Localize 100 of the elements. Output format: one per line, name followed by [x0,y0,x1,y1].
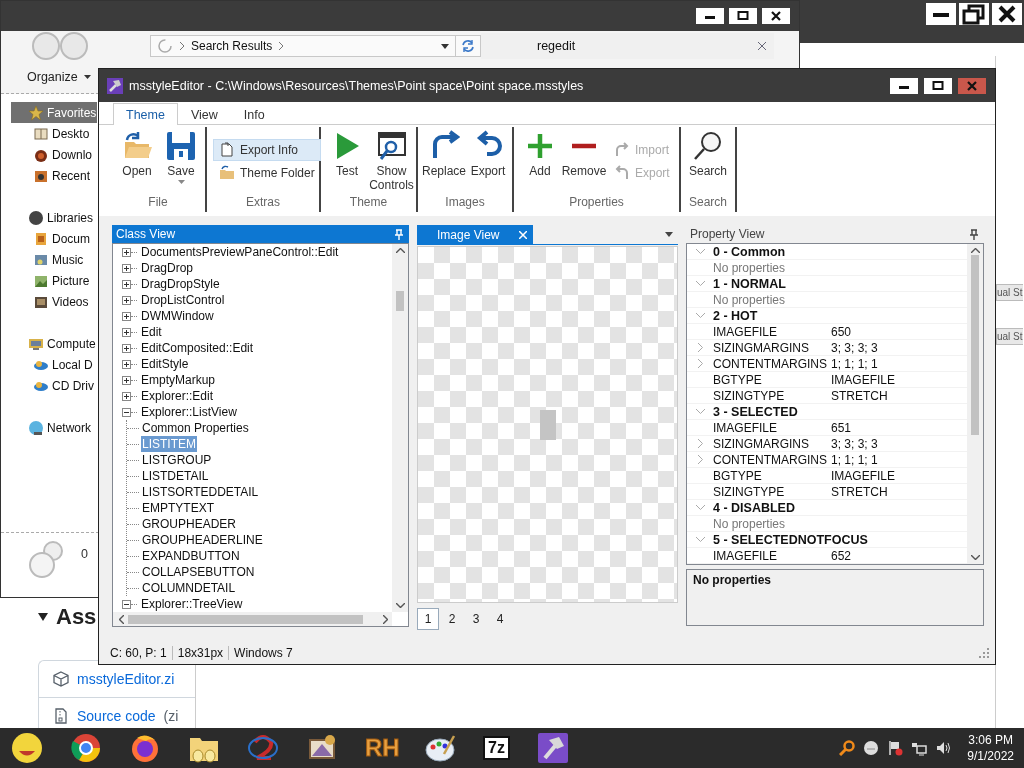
horizontal-scrollbar[interactable] [113,612,392,626]
scroll-down-icon[interactable] [395,603,405,608]
page-tab[interactable]: 2 [441,608,463,630]
ring-icon[interactable] [70,732,102,764]
tree-item[interactable]: COLLAPSEBUTTON [141,564,256,580]
ribbon-tab[interactable]: Theme [113,103,178,125]
tree-item[interactable]: COLUMNDETAIL [141,580,237,596]
nav-item[interactable]: Recent [11,165,97,186]
scroll-down-icon[interactable] [970,555,980,560]
nav-item[interactable]: Picture [11,270,97,291]
ribbon-button[interactable]: Theme Folder [213,162,321,184]
flag-icon[interactable] [887,740,904,756]
network-icon[interactable] [911,740,928,756]
tree-item[interactable]: EMPTYTEXT [141,500,215,516]
tree-item[interactable]: Explorer::TreeView [140,596,244,612]
address-bar[interactable]: Search Results [150,35,456,57]
tree-item[interactable]: DWMWindow [140,308,215,324]
nav-item[interactable]: Videos [11,291,97,312]
ribbon-tab[interactable]: View [177,103,231,125]
tree-item[interactable]: EditStyle [140,356,190,372]
scroll-up-icon[interactable] [970,248,980,253]
property-value[interactable]: IMAGEFILE [831,468,895,483]
close-icon[interactable] [519,230,527,239]
group-title[interactable]: 3 - SELECTED [713,404,798,419]
expand-icon[interactable] [122,343,131,353]
close-button[interactable] [992,3,1022,25]
minimize-button[interactable] [890,77,918,94]
breadcrumb-item[interactable]: Search Results [191,39,273,53]
page-tab[interactable]: 1 [417,608,439,630]
close-button[interactable] [762,8,790,24]
tree-item[interactable]: DragDropStyle [140,276,221,292]
pin-icon[interactable] [970,228,978,240]
smiley-icon[interactable] [11,732,43,764]
search-field[interactable]: regedit [481,33,774,59]
tree-item[interactable]: Edit [140,324,163,340]
tree-item[interactable]: Common Properties [141,420,250,436]
window-search-button[interactable]: Show Controls [371,129,412,193]
scroll-thumb[interactable] [128,614,363,624]
play-button[interactable]: Test [327,129,367,179]
property-value[interactable]: 651 [831,420,852,435]
search-icon[interactable] [839,740,856,756]
tree-item[interactable]: Explorer::ListView [140,404,238,420]
undo-arrow-button[interactable]: Export [468,129,508,179]
page-tab[interactable]: 4 [489,608,511,630]
hammer-icon[interactable] [536,732,569,764]
minimize-button[interactable] [696,8,724,24]
nav-item[interactable]: Music [11,249,97,270]
open-folder-button[interactable]: Open [117,129,157,179]
tree-item[interactable]: LISTSORTEDDETAIL [141,484,260,500]
volume-icon[interactable] [935,740,952,756]
minus-button[interactable]: Remove [564,129,604,179]
group-title[interactable]: 0 - Common [713,244,786,259]
download-link[interactable]: msstyleEditor.zi [77,671,175,687]
nav-item[interactable]: Libraries [11,207,97,228]
tree-item[interactable]: EditComposited::Edit [140,340,255,356]
page-tab[interactable]: 3 [465,608,487,630]
scroll-left-icon[interactable] [119,614,124,624]
expand-icon[interactable] [122,327,131,337]
vertical-scrollbar[interactable] [392,244,408,612]
plus-button[interactable]: Add [520,129,560,179]
tree-item[interactable]: DragDrop [140,260,195,276]
redo-arrow-button[interactable]: Replace [424,129,464,179]
search-button[interactable]: Search [687,129,730,179]
property-value[interactable]: STRETCH [831,484,888,499]
scroll-up-icon[interactable] [395,248,405,253]
expand-icon[interactable] [122,359,131,369]
maximize-button[interactable] [729,8,757,24]
tree-item[interactable]: GROUPHEADERLINE [141,532,264,548]
nav-item[interactable]: Compute [11,333,97,354]
flame-icon[interactable] [129,732,161,764]
refresh-icon[interactable] [461,39,475,53]
restore-button[interactable] [959,3,989,25]
group-title[interactable]: 4 - DISABLED [713,500,795,515]
expand-icon[interactable] [122,375,131,385]
app-button[interactable]: 7z [483,736,510,760]
face-icon[interactable] [863,740,880,756]
property-value[interactable]: STRETCH [831,388,888,403]
nav-item[interactable]: Favorites [11,102,97,123]
expand-icon[interactable] [122,263,131,273]
expand-icon[interactable] [122,279,131,289]
tree-item[interactable]: Explorer::Edit [140,388,215,404]
scroll-thumb[interactable] [396,291,404,311]
clear-icon[interactable] [758,42,766,50]
property-value[interactable]: 3; 3; 3; 3 [831,340,878,355]
ribbon-tab[interactable]: Info [230,103,278,125]
clock[interactable]: 3:06 PM 9/1/2022 [967,732,1014,764]
expand-icon[interactable] [122,295,131,305]
maximize-button[interactable] [924,77,952,94]
property-value[interactable]: 650 [831,324,852,339]
tree-item[interactable]: DropListControl [140,292,226,308]
tree-item[interactable]: DocumentsPreviewPaneControl::Edit [140,244,340,260]
tree-item[interactable]: EmptyMarkup [140,372,217,388]
floppy-disk-button[interactable]: Save [161,129,201,185]
expand-icon[interactable] [122,311,131,321]
group-title[interactable]: 5 - SELECTEDNOTFOCUS [713,532,868,547]
expand-icon[interactable] [122,247,131,257]
resize-grip-icon[interactable] [979,648,989,658]
property-value[interactable]: 1; 1; 1; 1 [831,356,878,371]
nav-item[interactable]: Local D [11,354,97,375]
collapse-icon[interactable] [122,599,131,609]
